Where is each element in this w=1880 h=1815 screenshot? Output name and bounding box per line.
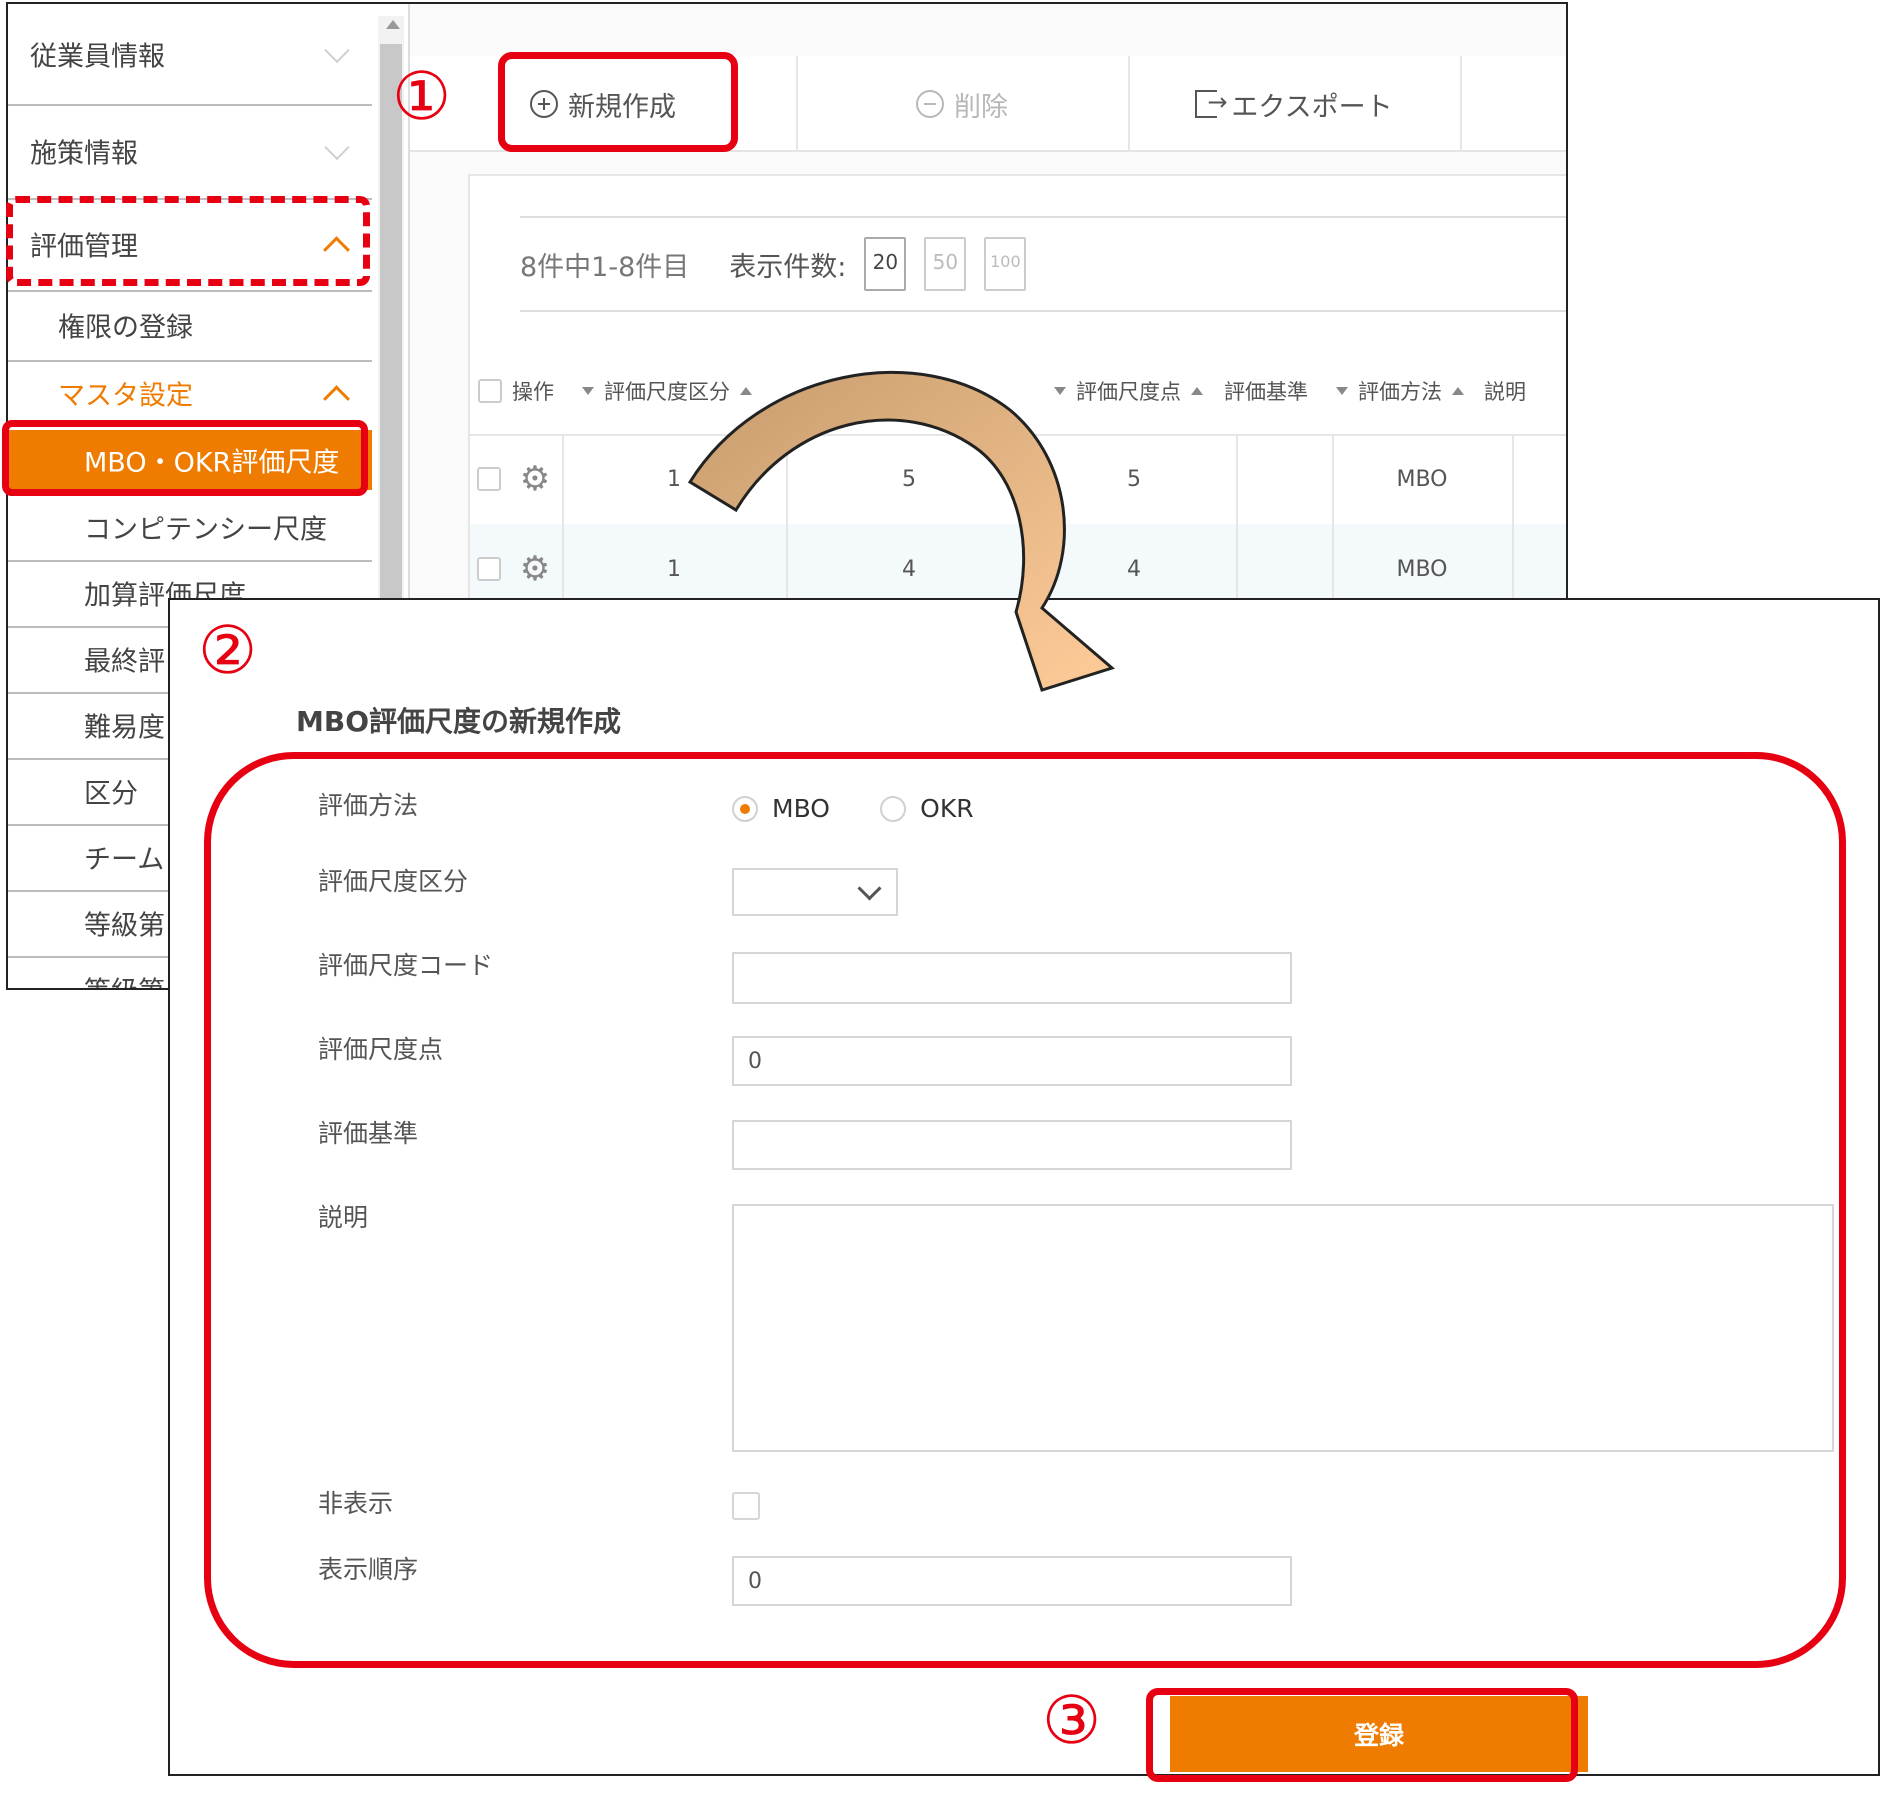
sidebar-item-label: 最終評 (84, 646, 165, 678)
header-method[interactable]: 評価方法 (1328, 348, 1496, 434)
pager: 8件中1-8件目 表示件数: 20 50 100 (520, 216, 1566, 312)
page-size-label: 表示件数: (729, 251, 847, 283)
step-1-marker: ① (392, 58, 452, 135)
record-count: 8件中1-8件目 (520, 251, 690, 283)
sidebar-item-label: チーム (84, 844, 165, 876)
cell-criteria (1236, 434, 1334, 524)
export-icon (1195, 88, 1228, 118)
arrow-shape (687, 371, 1116, 692)
sidebar-item-label: マスタ設定 (58, 380, 193, 412)
sidebar-item-label: 従業員情報 (30, 41, 165, 73)
sidebar-item-employee-info[interactable]: 従業員情報 (8, 4, 372, 106)
header-criteria[interactable]: 評価基準 (1216, 348, 1334, 434)
sidebar-item-policy-info[interactable]: 施策情報 (8, 104, 372, 200)
chevron-down-icon (324, 37, 350, 64)
minus-circle-icon (916, 90, 944, 118)
delete-button-label: 削除 (954, 91, 1008, 123)
cell-method: MBO (1332, 434, 1514, 524)
sort-asc-icon (1191, 387, 1203, 395)
sort-asc-icon (1452, 387, 1464, 395)
form-highlight (204, 752, 1846, 1668)
step-2-marker: ② (198, 612, 258, 689)
export-button[interactable]: エクスポート (1128, 56, 1462, 152)
export-button-label: エクスポート (1231, 91, 1393, 123)
chevron-down-icon (324, 134, 350, 161)
curved-arrow-icon (687, 371, 1116, 692)
register-button-highlight (1146, 1688, 1578, 1782)
sidebar-item-label: 区分 (84, 778, 138, 810)
sidebar-item-label: 等級第 (84, 910, 165, 942)
sort-desc-icon (582, 387, 594, 395)
mbo-okr-highlight (2, 420, 368, 496)
sort-desc-icon (1336, 387, 1348, 395)
sidebar-item-label: 等級第 (84, 970, 165, 989)
page-size-20[interactable]: 20 (864, 237, 907, 291)
scroll-up-icon[interactable] (386, 20, 400, 29)
row-checkbox[interactable] (470, 434, 508, 524)
sidebar-item-label: 難易度 (84, 712, 165, 744)
dialog-title: MBO評価尺度の新規作成 (296, 705, 622, 738)
sidebar-item-permissions[interactable]: 権限の登録 (8, 290, 372, 362)
page-size-50[interactable]: 50 (924, 237, 967, 291)
sidebar-item-label: コンピテンシー尺度 (84, 514, 327, 546)
header-description[interactable]: 説明 (1476, 348, 1566, 434)
gear-icon[interactable]: ⚙ (508, 434, 564, 524)
page-size-100[interactable]: 100 (984, 237, 1027, 291)
sidebar-item-label: 権限の登録 (58, 312, 193, 344)
chevron-up-icon (323, 385, 350, 413)
new-button-highlight (498, 52, 738, 152)
sidebar-item-label: 施策情報 (30, 138, 138, 170)
sidebar-item-master[interactable]: マスタ設定 (8, 360, 372, 426)
sidebar-item-competency[interactable]: コンピテンシー尺度 (8, 494, 372, 562)
step-3-marker: ③ (1042, 1682, 1102, 1759)
delete-button[interactable]: 削除 (796, 56, 1130, 152)
evaluation-highlight (6, 196, 370, 286)
